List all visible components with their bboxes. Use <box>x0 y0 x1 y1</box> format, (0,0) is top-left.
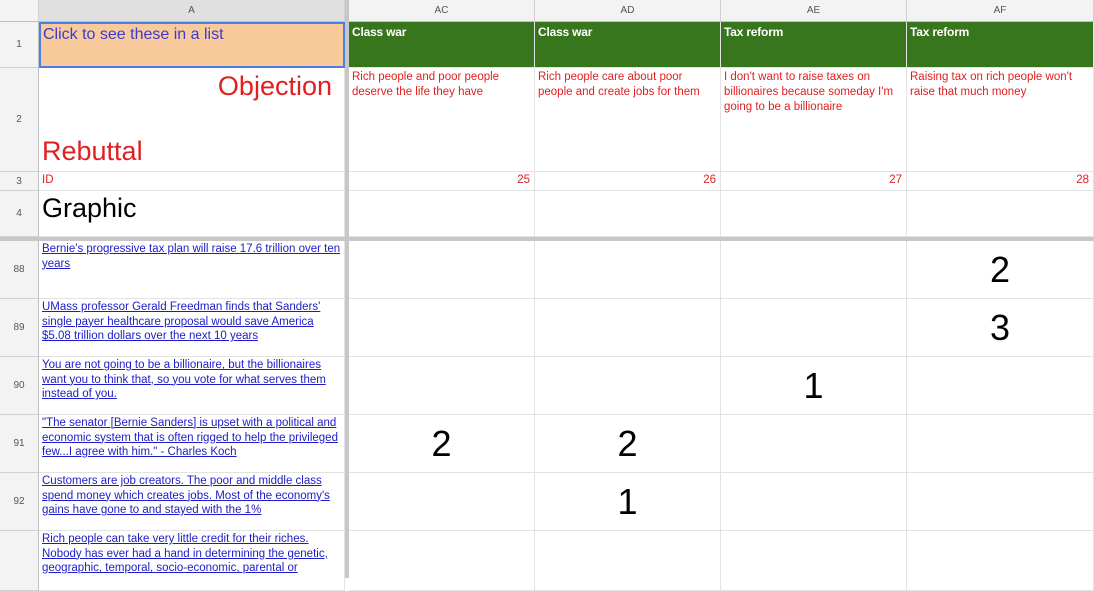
row-header-88[interactable]: 88 <box>0 241 39 299</box>
objection-label: Objection <box>217 71 332 101</box>
rebuttal-link[interactable]: "The senator [Bernie Sanders] is upset w… <box>39 415 344 461</box>
graphic-rating-cell[interactable] <box>721 241 907 299</box>
rebuttal-cell[interactable]: You are not going to be a billionaire, b… <box>39 357 345 415</box>
category-header[interactable]: Tax reform <box>721 22 907 68</box>
rebuttal-cell[interactable]: "The senator [Bernie Sanders] is upset w… <box>39 415 345 473</box>
id-label[interactable]: ID <box>39 172 345 191</box>
graphic-rating-cell[interactable] <box>535 531 721 591</box>
category-header[interactable]: Class war <box>535 22 721 68</box>
graphic-cell[interactable] <box>721 191 907 237</box>
graphic-rating-cell[interactable] <box>721 531 907 591</box>
graphic-rating-cell[interactable]: 2 <box>907 241 1094 299</box>
column-header-a[interactable]: A <box>39 0 345 22</box>
row-header-next[interactable] <box>0 531 39 591</box>
rebuttal-cell[interactable]: Bernie's progressive tax plan will raise… <box>39 241 345 299</box>
graphic-rating-cell[interactable]: 3 <box>907 299 1094 357</box>
rebuttal-link[interactable]: UMass professor Gerald Freedman finds th… <box>39 299 344 345</box>
rebuttal-label: Rebuttal <box>42 136 143 166</box>
row-header-90[interactable]: 90 <box>0 357 39 415</box>
rebuttal-cell[interactable]: Rich people can take very little credit … <box>39 531 345 591</box>
graphic-rating-cell[interactable] <box>907 473 1094 531</box>
list-link[interactable]: Click to see these in a list <box>41 24 343 46</box>
graphic-rating-cell[interactable] <box>349 357 535 415</box>
rebuttal-link[interactable]: You are not going to be a billionaire, b… <box>39 357 344 403</box>
column-header-af[interactable]: AF <box>907 0 1094 22</box>
graphic-rating-cell[interactable] <box>535 241 721 299</box>
objection-text[interactable]: I don't want to raise taxes on billionai… <box>721 68 907 172</box>
id-value[interactable]: 27 <box>721 172 907 191</box>
row-header-2[interactable]: 2 <box>0 68 39 172</box>
rebuttal-cell[interactable]: UMass professor Gerald Freedman finds th… <box>39 299 345 357</box>
graphic-rating-cell[interactable]: 2 <box>535 415 721 473</box>
graphic-rating-cell[interactable] <box>535 357 721 415</box>
category-header[interactable]: Class war <box>349 22 535 68</box>
rebuttal-cell[interactable]: Customers are job creators. The poor and… <box>39 473 345 531</box>
row-header-91[interactable]: 91 <box>0 415 39 473</box>
frozen-column-divider[interactable] <box>345 0 349 578</box>
graphic-rating-cell[interactable] <box>349 473 535 531</box>
graphic-cell[interactable] <box>907 191 1094 237</box>
graphic-rating-cell[interactable] <box>349 531 535 591</box>
rebuttal-link[interactable]: Rich people can take very little credit … <box>39 531 344 577</box>
graphic-rating-cell[interactable] <box>349 299 535 357</box>
rebuttal-link[interactable]: Customers are job creators. The poor and… <box>39 473 344 519</box>
graphic-rating-cell[interactable] <box>721 473 907 531</box>
objection-text[interactable]: Rich people and poor people deserve the … <box>349 68 535 172</box>
rebuttal-link[interactable]: Bernie's progressive tax plan will raise… <box>39 241 344 272</box>
id-value[interactable]: 28 <box>907 172 1094 191</box>
frozen-row-divider[interactable] <box>0 237 1094 241</box>
graphic-rating-cell[interactable] <box>721 299 907 357</box>
graphic-rating-cell[interactable] <box>349 241 535 299</box>
column-header-ae[interactable]: AE <box>721 0 907 22</box>
row-header-92[interactable]: 92 <box>0 473 39 531</box>
corner-cell[interactable] <box>0 0 39 22</box>
graphic-rating-cell[interactable] <box>535 299 721 357</box>
row-header-1[interactable]: 1 <box>0 22 39 68</box>
graphic-rating-cell[interactable]: 1 <box>535 473 721 531</box>
graphic-rating-cell[interactable] <box>907 415 1094 473</box>
row-header-89[interactable]: 89 <box>0 299 39 357</box>
row-header-4[interactable]: 4 <box>0 191 39 237</box>
objection-text[interactable]: Raising tax on rich people won't raise t… <box>907 68 1094 172</box>
graphic-label[interactable]: Graphic <box>39 191 345 237</box>
graphic-rating-cell[interactable]: 1 <box>721 357 907 415</box>
graphic-cell[interactable] <box>349 191 535 237</box>
id-value[interactable]: 26 <box>535 172 721 191</box>
graphic-rating-cell[interactable] <box>907 531 1094 591</box>
category-header[interactable]: Tax reform <box>907 22 1094 68</box>
graphic-rating-cell[interactable] <box>721 415 907 473</box>
objection-text[interactable]: Rich people care about poor people and c… <box>535 68 721 172</box>
id-value[interactable]: 25 <box>349 172 535 191</box>
column-header-ac[interactable]: AC <box>349 0 535 22</box>
graphic-cell[interactable] <box>535 191 721 237</box>
cell-a2[interactable]: Objection Rebuttal <box>39 68 345 172</box>
graphic-rating-cell[interactable] <box>907 357 1094 415</box>
cell-a1-selected[interactable]: Click to see these in a list <box>39 22 345 68</box>
column-header-ad[interactable]: AD <box>535 0 721 22</box>
row-header-3[interactable]: 3 <box>0 172 39 191</box>
graphic-rating-cell[interactable]: 2 <box>349 415 535 473</box>
